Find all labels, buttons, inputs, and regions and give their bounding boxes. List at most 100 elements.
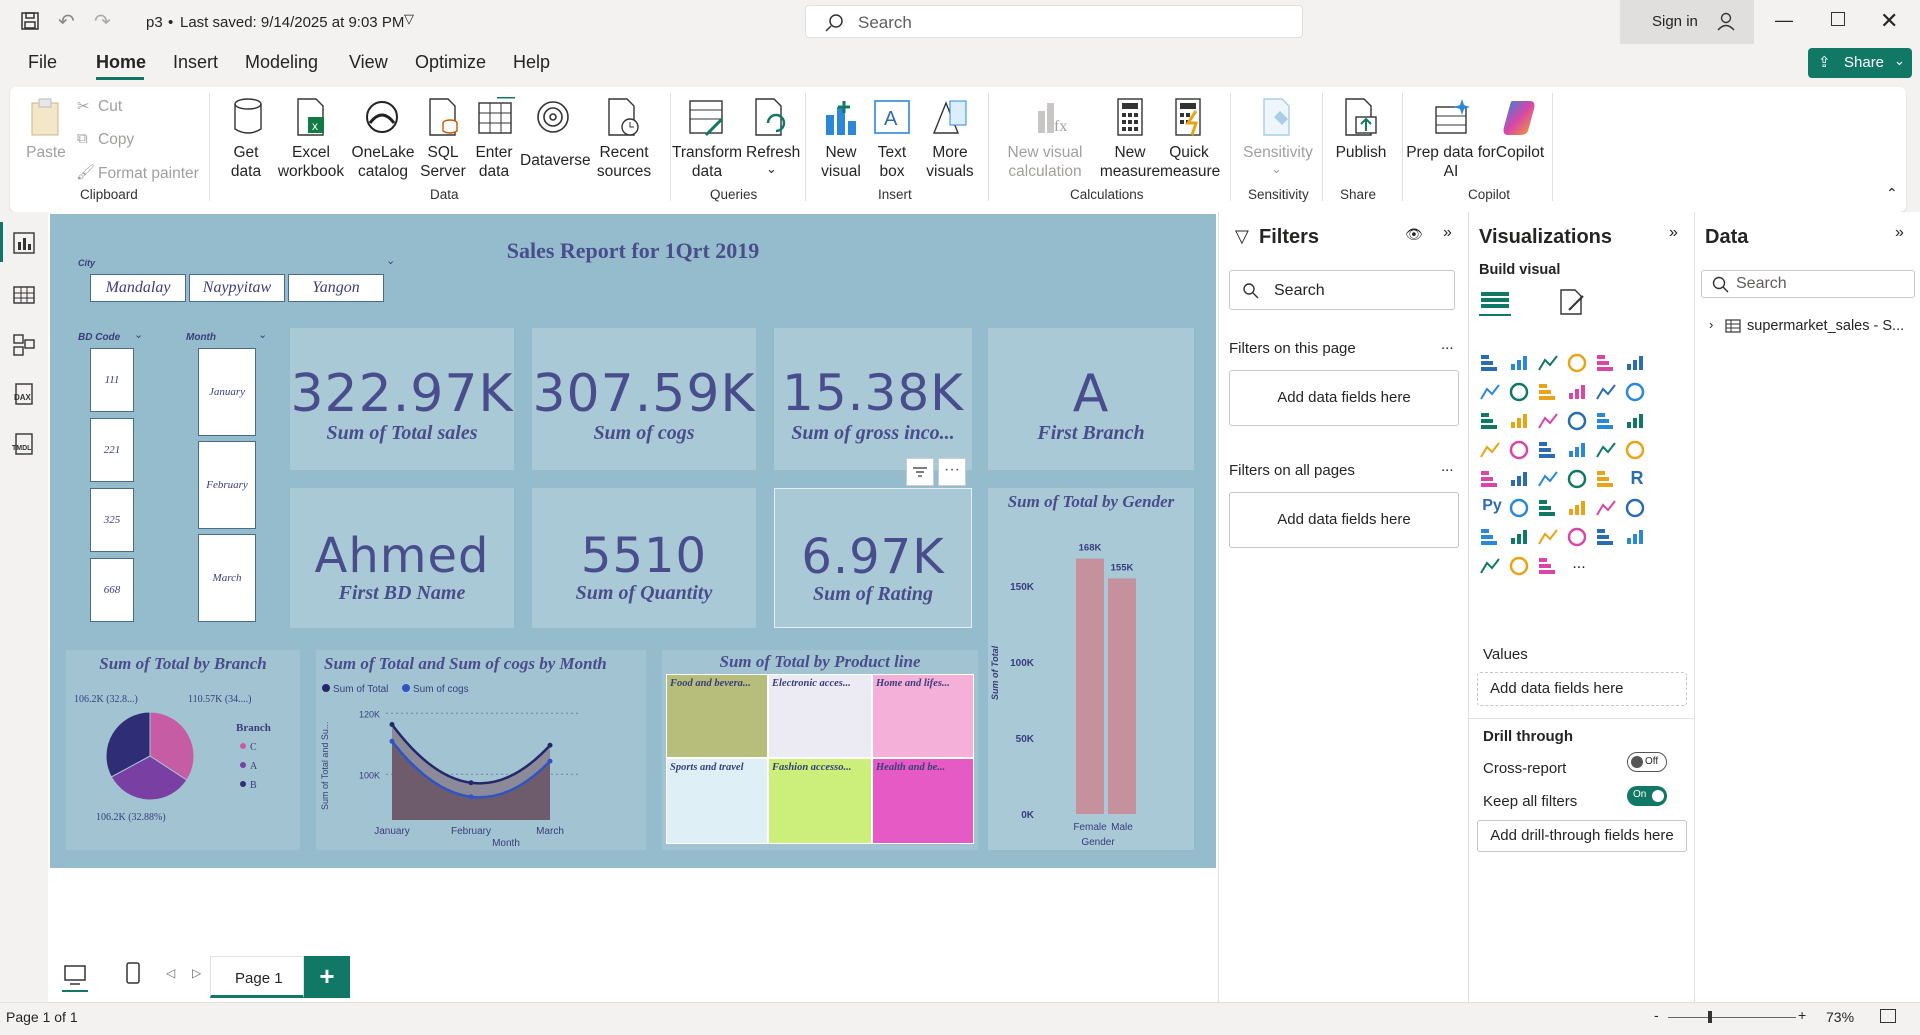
image-icon[interactable] (1624, 526, 1650, 552)
menu-file[interactable]: File (28, 52, 57, 73)
funnel-icon[interactable] (1537, 410, 1563, 436)
treemap-tile[interactable]: Home and lifes... (872, 674, 974, 758)
ribbon-chart-icon[interactable] (1479, 410, 1505, 436)
more-visuals-button[interactable]: More visuals (918, 143, 982, 181)
data-search[interactable]: Search (1701, 270, 1915, 298)
maximize-icon[interactable] (1831, 12, 1845, 26)
kpi-card[interactable]: 15.38K Sum of gross inco... (774, 328, 972, 470)
r-visual-icon[interactable]: R (1624, 468, 1650, 494)
close-icon[interactable]: ✕ (1880, 8, 1898, 34)
zoom-out-icon[interactable]: - (1654, 1007, 1659, 1023)
more-options-icon[interactable]: ... (1441, 458, 1454, 475)
filters-search[interactable]: Search (1229, 270, 1455, 310)
next-page-icon[interactable]: ▷ (192, 966, 201, 980)
fabric-icon[interactable] (1537, 555, 1563, 581)
new-visual-calculation-button[interactable]: New visual calculation (1000, 143, 1090, 181)
chevron-down-icon[interactable]: ⌄ (258, 328, 267, 341)
page-tab[interactable]: Page 1 (210, 956, 304, 998)
card-icon[interactable] (1624, 439, 1650, 465)
month-slicer-item[interactable]: March (198, 534, 256, 622)
excel-workbook-button[interactable]: Excel workbook (272, 143, 350, 181)
100-area-icon[interactable] (1566, 381, 1592, 407)
new-visual-button[interactable]: New visual (816, 143, 866, 181)
100-bar-icon[interactable] (1595, 352, 1621, 378)
report-icon[interactable] (1508, 526, 1534, 552)
refresh-button[interactable]: Refresh (746, 143, 800, 162)
chevron-down-icon[interactable]: ⌄ (386, 254, 395, 267)
zoom-in-icon[interactable]: + (1798, 1007, 1806, 1023)
more-options-icon[interactable]: ... (1441, 336, 1454, 353)
menu-help[interactable]: Help (513, 52, 550, 73)
city-slicer-item[interactable]: Naypyitaw (189, 274, 285, 302)
collapse-pane-icon[interactable]: » (1669, 224, 1678, 242)
table-item[interactable]: › supermarket_sales - S... (1705, 316, 1915, 338)
clustered-column-icon[interactable] (1566, 352, 1592, 378)
bd-code-item[interactable]: 668 (90, 558, 134, 622)
stacked-area-icon[interactable] (1537, 381, 1563, 407)
recent-sources-button[interactable]: Recent sources (588, 143, 660, 181)
redo-icon[interactable]: ↷ (94, 9, 111, 34)
transform-data-button[interactable]: Transform data (670, 143, 744, 181)
report-view-icon[interactable] (13, 232, 35, 254)
prep-data-button[interactable]: Prep data for AI (1406, 143, 1496, 181)
mobile-layout-icon[interactable] (126, 962, 142, 986)
sensitivity-button[interactable]: Sensitivity (1238, 143, 1318, 162)
kpi-card[interactable]: A First Branch (988, 328, 1194, 470)
power-apps-icon[interactable] (1537, 526, 1563, 552)
text-box-button[interactable]: Text box (868, 143, 916, 181)
stacked-column-icon[interactable] (1508, 352, 1534, 378)
treemap-tile[interactable]: Health and be... (872, 758, 974, 844)
kpi-card[interactable]: 6.97K Sum of Rating (774, 488, 972, 628)
filters-page-drop[interactable]: Add data fields here (1229, 370, 1459, 426)
donut-icon[interactable] (1624, 410, 1650, 436)
publish-button[interactable]: Publish (1330, 143, 1392, 162)
treemap-icon[interactable] (1479, 439, 1505, 465)
kpi-card[interactable]: 5510 Sum of Quantity (532, 488, 756, 628)
metrics-icon[interactable] (1595, 526, 1621, 552)
kpi-card[interactable]: 307.59K Sum of cogs (532, 328, 756, 470)
treemap-tile[interactable]: Electronic acces... (768, 674, 872, 758)
quick-measure-button[interactable]: Quick measure (1160, 143, 1220, 181)
desktop-layout-icon[interactable] (64, 964, 86, 986)
menu-modeling[interactable]: Modeling (245, 52, 318, 73)
month-slicer-item[interactable]: February (198, 441, 256, 529)
collapse-ribbon-icon[interactable]: ⌃ (1886, 185, 1898, 202)
kpi-card[interactable]: Ahmed First BD Name (290, 488, 514, 628)
qa-icon[interactable] (1566, 497, 1592, 523)
filters-all-drop[interactable]: Add data fields here (1229, 492, 1459, 548)
dataverse-button[interactable]: Dataverse (520, 151, 591, 170)
zoom-slider[interactable] (1668, 1017, 1796, 1018)
multi-card-icon[interactable] (1479, 468, 1505, 494)
trophy-icon[interactable] (1479, 526, 1505, 552)
city-slicer-item[interactable]: Yangon (288, 274, 384, 302)
menu-insert[interactable]: Insert (173, 52, 218, 73)
line-clustered-icon[interactable] (1624, 381, 1650, 407)
kpi-icon[interactable] (1508, 468, 1534, 494)
enter-data-button[interactable]: Enter data (470, 143, 518, 181)
filled-map-icon[interactable] (1537, 439, 1563, 465)
treemap-tile[interactable]: Fashion accesso... (768, 758, 872, 844)
clustered-bar-icon[interactable] (1537, 352, 1563, 378)
cross-report-toggle[interactable]: Off (1627, 752, 1667, 772)
collapse-pane-icon[interactable]: » (1895, 224, 1904, 242)
drill-through-drop[interactable]: Add drill-through fields here (1477, 820, 1687, 852)
treemap-tile[interactable]: Sports and travel (666, 758, 768, 844)
search-box[interactable]: Search (805, 5, 1303, 38)
month-line-chart[interactable]: Sum of Total and Sum of cogs by Month Su… (316, 650, 646, 850)
sparkle-icon[interactable] (1479, 555, 1505, 581)
filter-icon[interactable] (906, 458, 934, 486)
100-column-icon[interactable] (1624, 352, 1650, 378)
signin-button[interactable]: Sign in (1620, 0, 1754, 44)
values-drop[interactable]: Add data fields here (1477, 672, 1687, 706)
table-icon[interactable] (1566, 468, 1592, 494)
stacked-bar-icon[interactable] (1479, 352, 1505, 378)
waterfall-icon[interactable] (1508, 410, 1534, 436)
zoom-slider-thumb[interactable] (1708, 1011, 1712, 1023)
menu-view[interactable]: View (349, 52, 388, 73)
diamond-icon[interactable] (1508, 555, 1534, 581)
build-visual-tab[interactable] (1479, 286, 1511, 316)
chevron-down-icon[interactable]: ▽ (404, 11, 414, 27)
bd-code-item[interactable]: 325 (90, 488, 134, 552)
scatter-icon[interactable] (1566, 410, 1592, 436)
product-line-treemap[interactable]: Sum of Total by Product line Food and be… (662, 650, 978, 850)
